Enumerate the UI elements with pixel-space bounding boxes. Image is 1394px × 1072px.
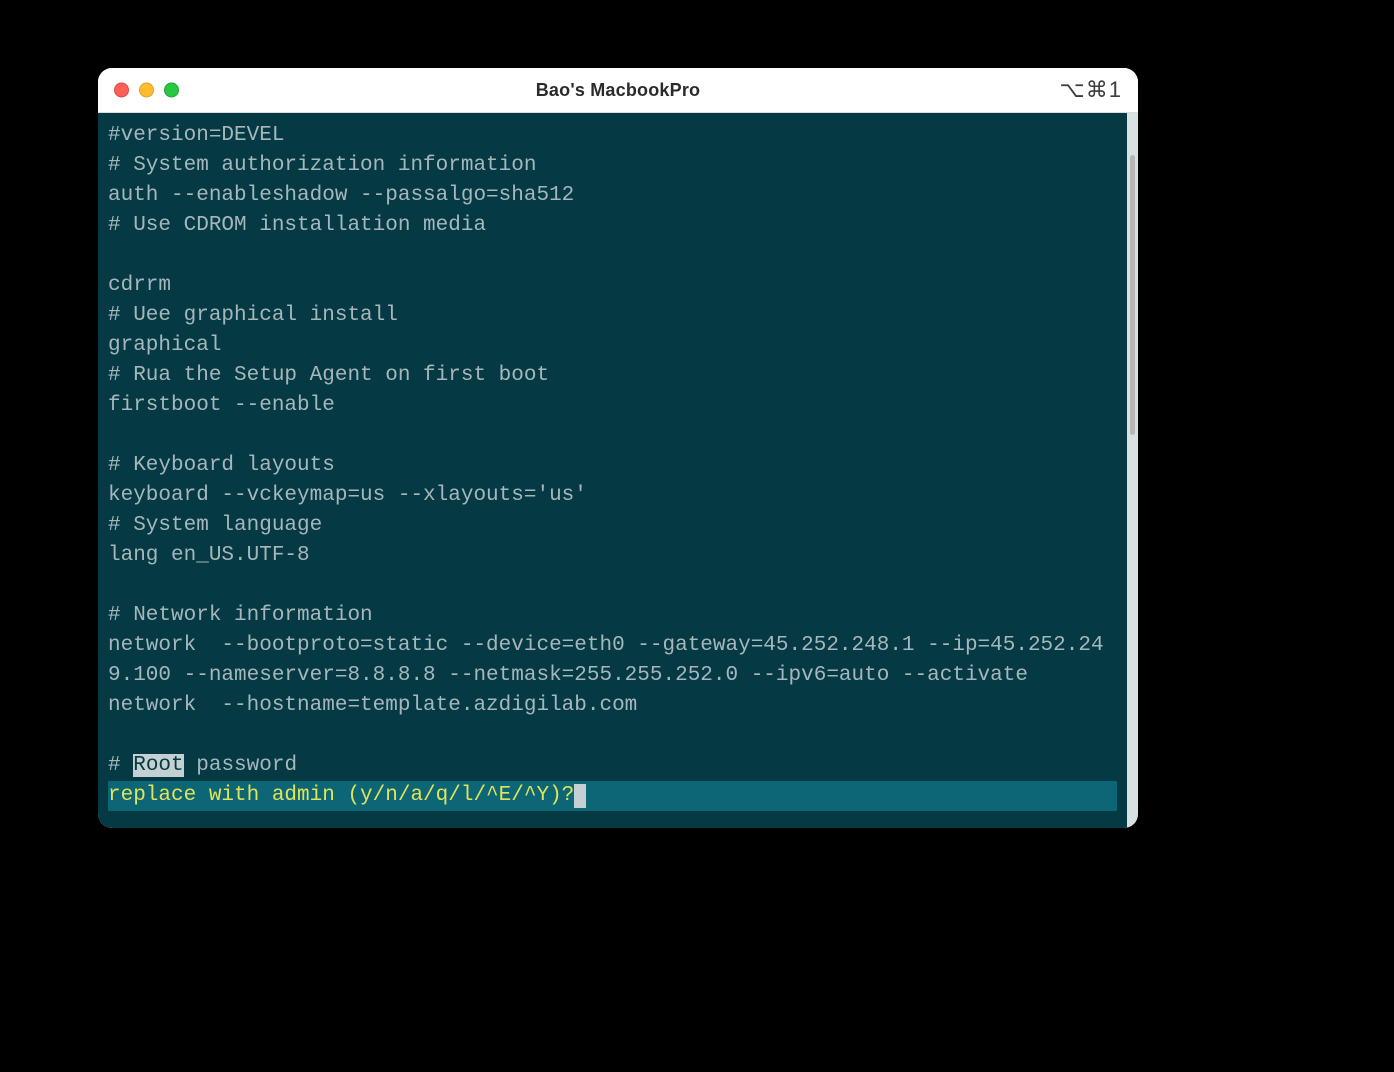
search-match-highlight: Root [133,754,183,777]
replace-prompt-text: replace with admin (y/n/a/q/l/^E/^Y)? [108,781,574,811]
terminal-line [108,421,1117,451]
minimize-button[interactable] [139,83,154,98]
close-button[interactable] [114,83,129,98]
terminal-line: lang en_US.UTF-8 [108,541,1117,571]
terminal-line: # System authorization information [108,151,1117,181]
terminal-line: #version=DEVEL [108,121,1117,151]
tab-shortcut-label: ⌥⌘1 [1059,77,1122,103]
traffic-lights [114,83,179,98]
window-title: Bao's MacbookPro [536,80,701,101]
terminal-area: #version=DEVEL# System authorization inf… [98,113,1138,828]
terminal-line: cdrrm [108,271,1117,301]
terminal-output[interactable]: #version=DEVEL# System authorization inf… [98,113,1127,828]
terminal-line: # Network information [108,601,1117,631]
terminal-line: auth --enableshadow --passalgo=sha512 [108,181,1117,211]
replace-prompt[interactable]: replace with admin (y/n/a/q/l/^E/^Y)? [108,781,1117,811]
text-prefix: # [108,754,133,777]
terminal-line: graphical [108,331,1117,361]
terminal-line-highlight: # Root password [108,751,1117,781]
terminal-line: # Use CDROM installation media [108,211,1117,241]
terminal-line [108,721,1117,751]
terminal-line: # Rua the Setup Agent on first boot [108,361,1117,391]
terminal-line [108,571,1117,601]
scrollbar-thumb[interactable] [1130,155,1135,435]
scrollbar-vertical[interactable] [1127,113,1138,828]
text-suffix: password [184,754,297,777]
titlebar: Bao's MacbookPro ⌥⌘1 [98,68,1138,113]
terminal-line: # Uee graphical install [108,301,1117,331]
terminal-line: network --hostname=template.azdigilab.co… [108,691,1117,721]
terminal-line: # Keyboard layouts [108,451,1117,481]
terminal-line: keyboard --vckeymap=us --xlayouts='us' [108,481,1117,511]
zoom-button[interactable] [164,83,179,98]
terminal-line [108,241,1117,271]
terminal-line: network --bootproto=static --device=eth0… [108,631,1117,691]
terminal-line: # System language [108,511,1117,541]
terminal-window: Bao's MacbookPro ⌥⌘1 #version=DEVEL# Sys… [98,68,1138,828]
cursor [574,784,586,808]
terminal-line: firstboot --enable [108,391,1117,421]
